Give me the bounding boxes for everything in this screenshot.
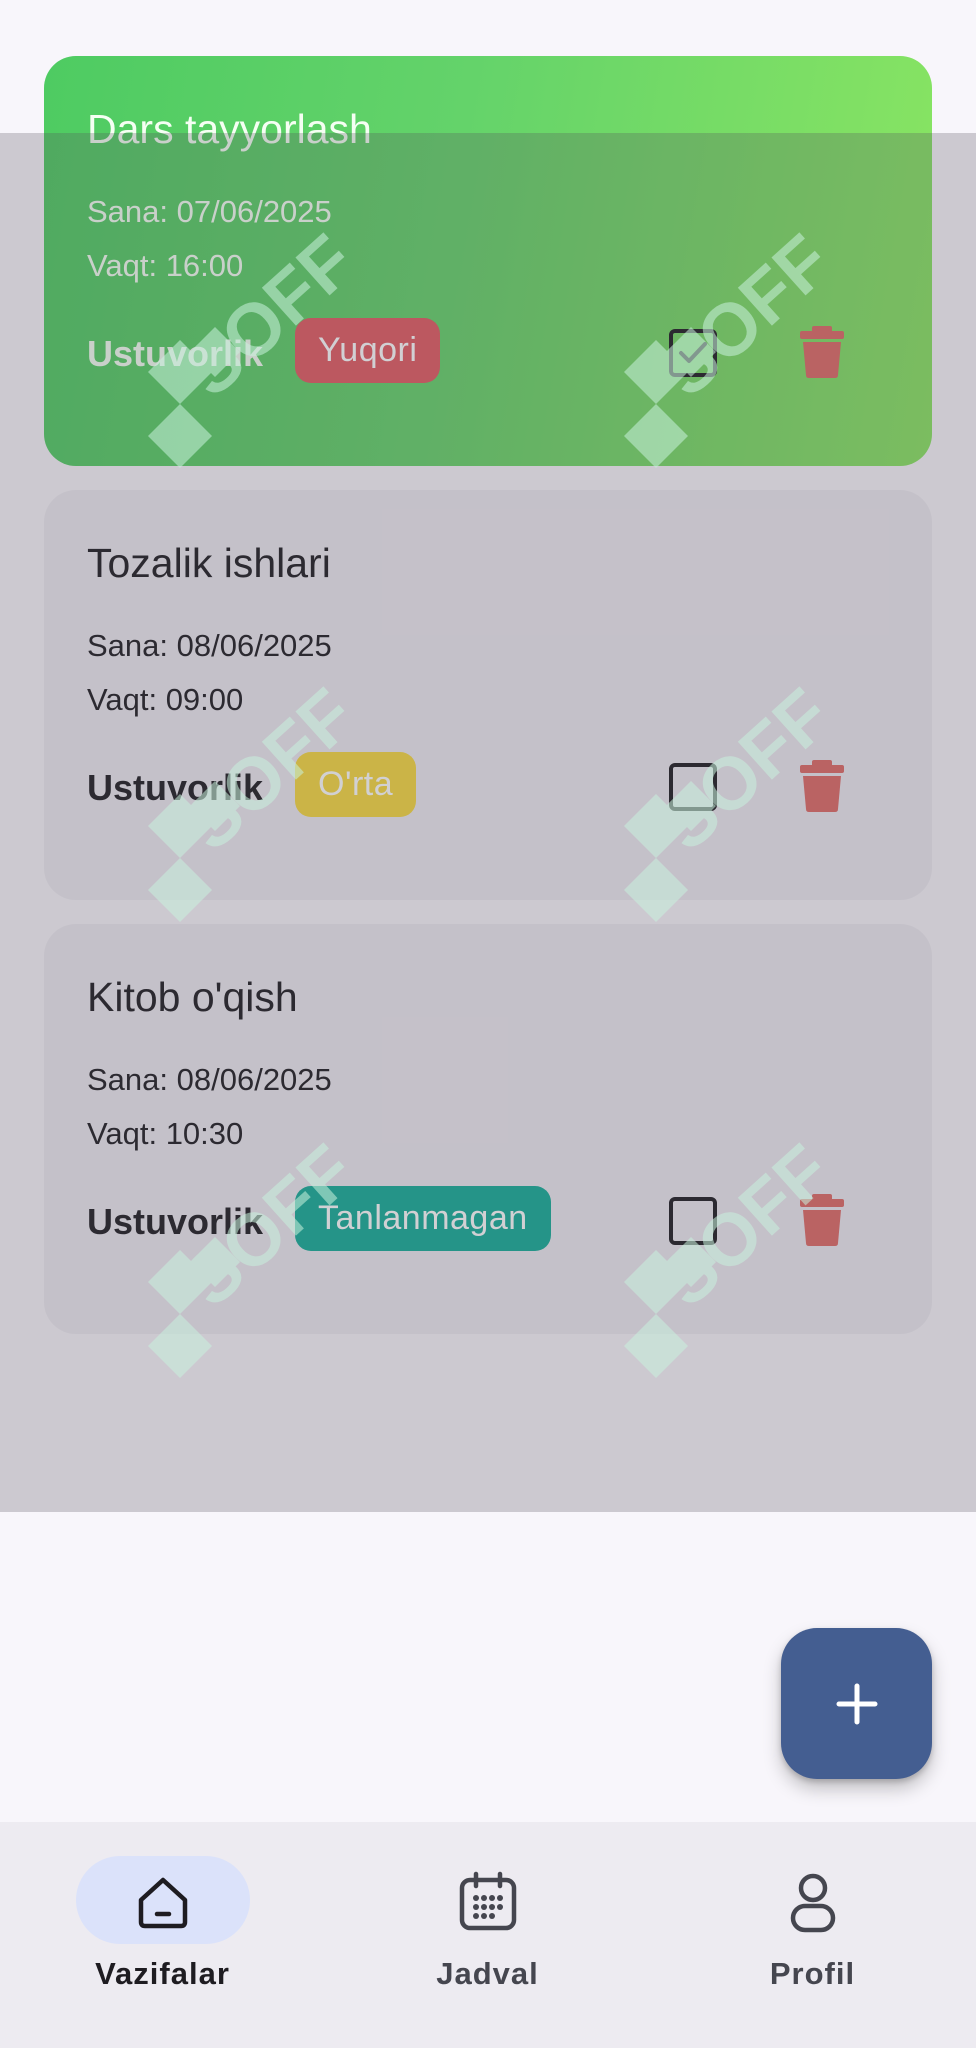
calendar-icon — [459, 1871, 516, 1931]
trash-icon[interactable] — [800, 1194, 844, 1246]
nav-item-profile[interactable]: Profil — [650, 1822, 975, 2048]
trash-icon[interactable] — [800, 760, 844, 812]
task-time: Vaqt: 16:00 — [87, 248, 244, 283]
nav-item-tasks[interactable]: Vazifalar — [0, 1822, 325, 2048]
priority-badge: Tanlanmagan — [295, 1186, 551, 1251]
nav-item-schedule[interactable]: Jadval — [325, 1822, 650, 2048]
priority-label: Ustuvorlik — [87, 333, 264, 374]
task-title: Kitob o'qish — [87, 974, 298, 1020]
task-date: Sana: 08/06/2025 — [87, 628, 332, 663]
task-time: Vaqt: 09:00 — [87, 682, 244, 717]
trash-icon[interactable] — [800, 326, 844, 378]
task-title: Tozalik ishlari — [87, 540, 331, 586]
task-list: Dars tayyorlash Sana: 07/06/2025 Vaqt: 1… — [0, 0, 976, 1512]
complete-checkbox[interactable] — [669, 329, 717, 377]
priority-badge: Yuqori — [295, 318, 441, 383]
nav-label: Vazifalar — [95, 1956, 230, 1991]
priority-label: Ustuvorlik — [87, 1201, 264, 1242]
task-date: Sana: 07/06/2025 — [87, 194, 332, 229]
bottom-navigation: Vazifalar Jadval Profil — [0, 1822, 976, 2048]
person-icon — [790, 1873, 835, 1933]
task-card[interactable]: Dars tayyorlash Sana: 07/06/2025 Vaqt: 1… — [44, 56, 932, 466]
priority-label: Ustuvorlik — [87, 767, 264, 808]
check-icon — [679, 342, 707, 363]
complete-checkbox[interactable] — [669, 1197, 717, 1245]
complete-checkbox[interactable] — [669, 763, 717, 811]
plus-icon — [836, 1683, 877, 1724]
task-card[interactable]: Kitob o'qish Sana: 08/06/2025 Vaqt: 10:3… — [44, 924, 932, 1334]
task-date: Sana: 08/06/2025 — [87, 1062, 332, 1097]
task-card[interactable]: Tozalik ishlari Sana: 08/06/2025 Vaqt: 0… — [44, 490, 932, 900]
task-time: Vaqt: 10:30 — [87, 1116, 244, 1151]
nav-label: Profil — [769, 1956, 856, 1991]
home-icon — [138, 1877, 187, 1929]
nav-label: Jadval — [436, 1956, 539, 1991]
priority-badge: O'rta — [295, 752, 417, 817]
task-title: Dars tayyorlash — [87, 106, 372, 152]
add-task-button[interactable] — [781, 1628, 932, 1779]
